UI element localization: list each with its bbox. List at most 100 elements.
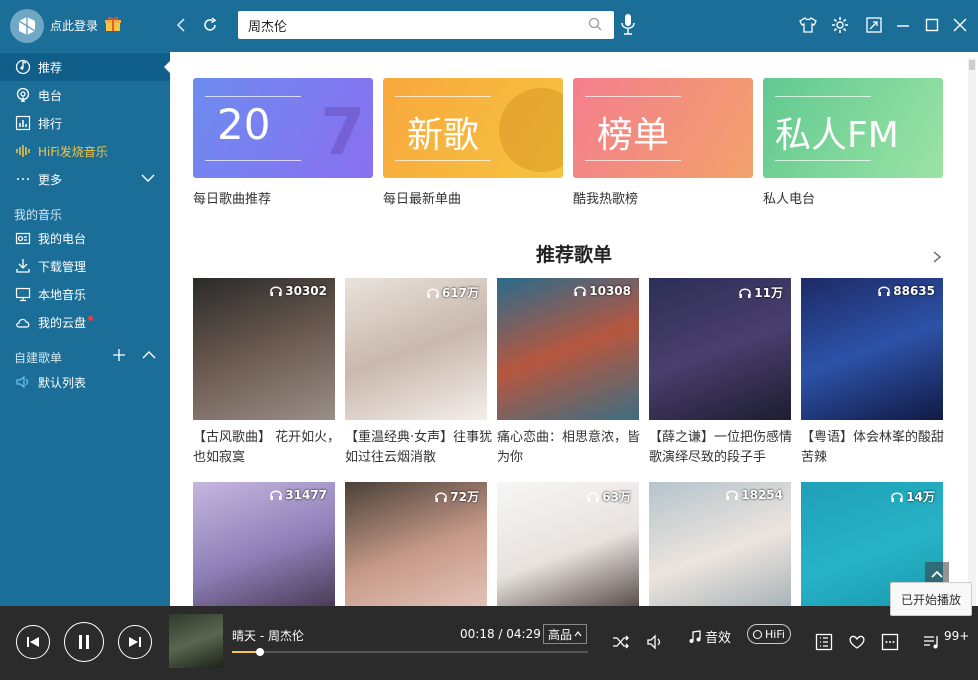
sidebar-item-label: 默认列表 [38, 375, 87, 390]
mic-icon[interactable] [620, 13, 636, 37]
toggle-circle-icon [753, 629, 763, 639]
pause-icon [79, 635, 89, 649]
mini-mode-icon[interactable] [864, 15, 884, 35]
card-caption[interactable]: 私人电台 [763, 188, 815, 207]
progress-knob[interactable] [256, 648, 265, 656]
sidebar-item-more[interactable]: 更多 [0, 165, 170, 193]
song-title[interactable]: 晴天 - 周杰伦 [232, 627, 304, 644]
player-bar: 晴天 - 周杰伦 00:18 / 04:29 高品 音效 HiFi 99+ [0, 606, 978, 680]
card-new-songs[interactable]: 新歌 [383, 78, 563, 178]
playlist-cover[interactable]: 10308 [497, 278, 639, 420]
sidebar-item-recommend[interactable]: 推荐 [0, 53, 170, 81]
headphones-icon [726, 490, 738, 500]
sidebar-item-download[interactable]: 下载管理 [0, 252, 170, 280]
sidebar-item-cloud[interactable]: 我的云盘 [0, 308, 170, 336]
sidebar-item-label: 更多 [38, 172, 63, 187]
decor-seven: 7 [320, 96, 365, 170]
queue-icon[interactable] [921, 631, 943, 653]
queue-count: 99+ [944, 629, 970, 643]
headphones-icon [435, 492, 447, 502]
chevron-up-icon[interactable] [141, 349, 157, 361]
sidebar-item-radio[interactable]: 电台 [0, 81, 170, 109]
sidebar-item-my-radio[interactable]: 我的电台 [0, 224, 170, 252]
playlist-cover[interactable]: 11万 [649, 278, 791, 420]
gift-icon[interactable] [104, 15, 122, 33]
playlist-title[interactable]: 痛心恋曲：相思意浓，皆为你 [497, 428, 645, 468]
scrollbar[interactable] [968, 58, 976, 606]
playlist-cover[interactable]: 617万 [345, 278, 487, 420]
playlist-cover[interactable]: 18254 [649, 482, 791, 606]
more-options-icon[interactable] [879, 631, 901, 653]
play-count: 72万 [435, 488, 479, 505]
playlist-cover[interactable]: 88635 [801, 278, 943, 420]
card-text: 20 [217, 100, 271, 149]
headphones-icon [270, 490, 282, 500]
card-caption[interactable]: 每日最新单曲 [383, 188, 461, 207]
back-icon[interactable] [172, 16, 190, 34]
sidebar-item-local[interactable]: 本地音乐 [0, 280, 170, 308]
quality-select[interactable]: 高品 [543, 624, 587, 644]
shirt-icon[interactable] [798, 15, 818, 35]
download-icon [14, 257, 32, 275]
card-private-fm[interactable]: 私人FM [763, 78, 943, 178]
minimize-icon[interactable] [893, 15, 913, 35]
headphones-icon [878, 286, 890, 296]
chevron-down-icon[interactable] [140, 171, 156, 185]
main-content: 20 7 每日歌曲推荐 新歌 每日最新单曲 榜单 酷我热歌榜 私人FM 私人电台… [170, 52, 978, 606]
progress-bar[interactable] [232, 648, 588, 656]
playlist-cover[interactable]: 63万 [497, 482, 639, 606]
chevron-right-icon[interactable] [932, 250, 942, 264]
playlist-title[interactable]: 【重温经典·女声】往事犹如过往云烟消散 [345, 428, 493, 468]
vinyl-decor [499, 88, 563, 172]
tooltip: 已开始播放 [890, 582, 972, 616]
playlist-section-title: 自建歌单 [14, 351, 63, 365]
sidebar-item-default-list[interactable]: 默认列表 [0, 368, 170, 396]
sidebar-item-hifi[interactable]: HiFi发烧音乐 [0, 137, 170, 165]
add-playlist-icon[interactable] [112, 348, 126, 362]
playlist-cover[interactable]: 30302 [193, 278, 335, 420]
album-cover[interactable] [169, 614, 223, 668]
app-logo-icon[interactable] [10, 9, 44, 43]
caret-up-icon [574, 631, 582, 637]
divider [395, 96, 491, 97]
sidebar-item-ranking[interactable]: 排行 [0, 109, 170, 137]
volume-icon[interactable] [644, 631, 666, 653]
play-count: 617万 [427, 284, 479, 301]
next-button[interactable] [118, 625, 152, 659]
playlist-title[interactable]: 【粤语】体会林峯的酸甜苦辣 [801, 428, 949, 468]
lyrics-icon[interactable] [813, 631, 835, 653]
scrollbar-handle[interactable] [969, 60, 975, 70]
card-daily-recommend[interactable]: 20 7 [193, 78, 373, 178]
playlist-title[interactable]: 【古风歌曲】 花开如火，也如寂寞 [193, 428, 341, 468]
sidebar-item-label: 下载管理 [38, 259, 87, 274]
heart-icon[interactable] [846, 631, 868, 653]
chart-icon [14, 114, 32, 132]
speaker-icon [14, 373, 32, 391]
login-link[interactable]: 点此登录 [50, 17, 98, 34]
headphones-icon [739, 288, 751, 298]
card-caption[interactable]: 酷我热歌榜 [573, 188, 638, 207]
play-count: 31477 [270, 488, 327, 502]
refresh-icon[interactable] [200, 15, 220, 35]
playlist-cover[interactable]: 31477 [193, 482, 335, 606]
search-icon[interactable] [588, 17, 602, 31]
music-app: 点此登录 周杰伦 推荐 电台 排行 HiFi发烧音乐 更多 我的音乐 我的电台 … [0, 0, 978, 680]
disc-icon [14, 58, 32, 76]
close-icon[interactable] [950, 15, 970, 35]
playlist-title[interactable]: 【薛之谦】一位把伤感情歌演绎尽致的段子手 [649, 428, 797, 468]
shuffle-icon[interactable] [610, 631, 632, 653]
hifi-toggle[interactable]: HiFi [747, 624, 791, 644]
pause-button[interactable] [64, 622, 104, 662]
card-caption[interactable]: 每日歌曲推荐 [193, 188, 271, 207]
effects-button[interactable]: 音效 [688, 627, 731, 646]
search-input[interactable] [238, 11, 614, 39]
card-hot-chart[interactable]: 榜单 [573, 78, 753, 178]
monitor-icon [14, 285, 32, 303]
sidebar-item-label: 排行 [38, 116, 63, 131]
maximize-icon[interactable] [922, 15, 942, 35]
quality-label: 高品 [547, 627, 572, 642]
gear-icon[interactable] [830, 15, 850, 35]
playlist-cover[interactable]: 72万 [345, 482, 487, 606]
prev-button[interactable] [16, 625, 50, 659]
radio-box-icon [14, 229, 32, 247]
